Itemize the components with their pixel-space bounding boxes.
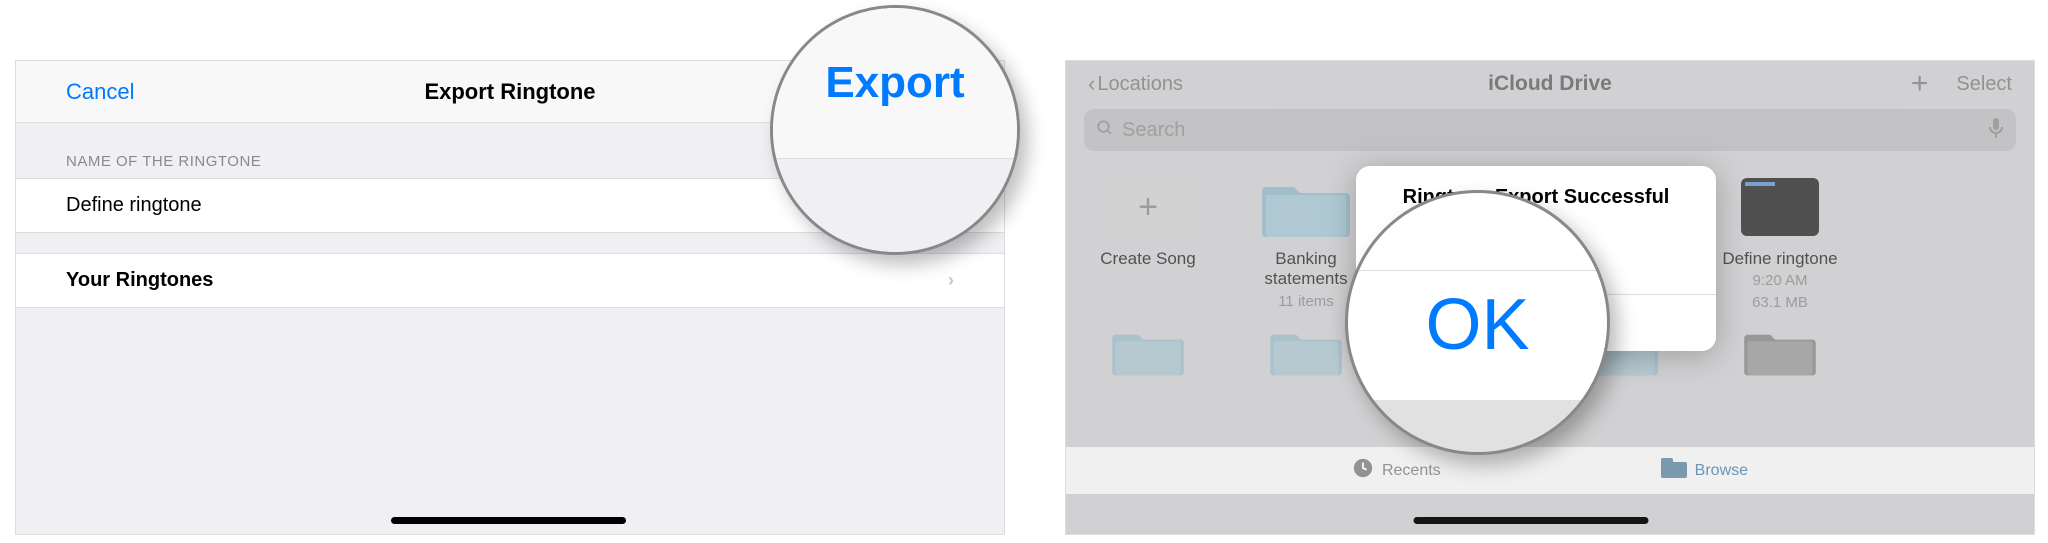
chevron-right-icon: › xyxy=(948,270,954,291)
ringtone-name-value: Define ringtone xyxy=(66,194,202,217)
tab-browse-label: Browse xyxy=(1695,462,1748,480)
browse-icon xyxy=(1661,458,1687,484)
tab-recents[interactable]: Recents xyxy=(1352,457,1441,485)
your-ringtones-label: Your Ringtones xyxy=(66,269,213,292)
home-indicator[interactable] xyxy=(391,517,626,524)
tab-recents-label: Recents xyxy=(1382,462,1441,480)
home-indicator[interactable] xyxy=(1413,517,1648,524)
screen-title: Export Ringtone xyxy=(424,79,595,105)
clock-icon xyxy=(1352,457,1374,485)
magnifier-export-button: Export xyxy=(770,5,1020,255)
cancel-button[interactable]: Cancel xyxy=(66,79,134,105)
ok-button-magnified[interactable]: OK xyxy=(1348,261,1607,391)
export-button-magnified[interactable]: Export xyxy=(825,58,964,108)
magnifier-ok-button: OK xyxy=(1345,190,1610,455)
tab-browse[interactable]: Browse xyxy=(1661,458,1748,484)
tab-bar: Recents Browse xyxy=(1066,446,2034,494)
your-ringtones-row[interactable]: Your Ringtones › xyxy=(16,253,1004,308)
